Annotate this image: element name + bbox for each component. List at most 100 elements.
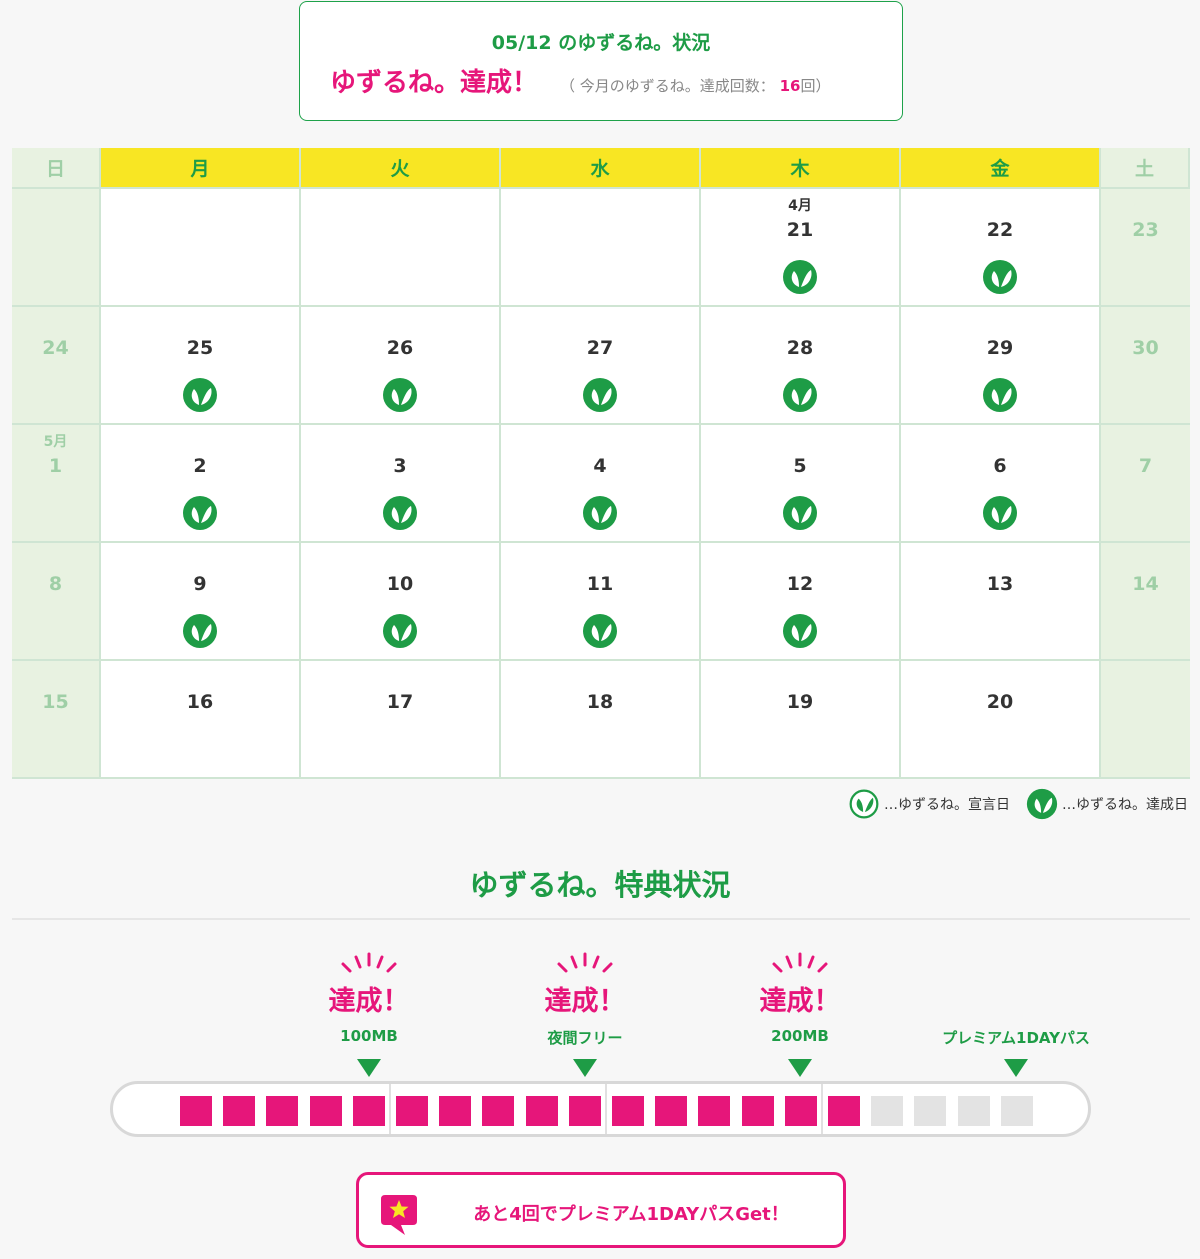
leaf-badge-icon — [983, 496, 1017, 530]
calendar-day: 15 — [12, 661, 101, 779]
status-card: 05/12 のゆずるね。状況 ゆずるね。達成！ （ 今月のゆずるね。達成回数： … — [299, 1, 903, 121]
progress-square-filled — [223, 1096, 256, 1126]
day-number: 15 — [42, 691, 69, 713]
status-main: ゆずるね。達成！ — [330, 68, 539, 98]
progress-square-empty — [957, 1096, 990, 1126]
leaf-badge-icon — [783, 260, 817, 294]
progress-separator — [821, 1084, 823, 1134]
progress-separator — [605, 1084, 607, 1134]
burst-icon — [341, 952, 397, 973]
calendar-day — [501, 189, 701, 307]
progress-square-empty — [914, 1096, 947, 1126]
day-number: 29 — [986, 337, 1014, 359]
leaf-badge-icon — [383, 496, 417, 530]
leaf-badge-icon — [983, 378, 1017, 412]
calendar-week: 8 9 10 11 12 13 14 — [12, 543, 1190, 661]
calendar-day: 14 — [1101, 543, 1190, 661]
calendar-day: 4月 21 — [701, 189, 901, 307]
milestone-label: プレミアム1DAYパス — [942, 1029, 1090, 1047]
progress-square-filled — [396, 1096, 428, 1126]
calendar-day: 23 — [1101, 189, 1190, 307]
day-number: 4 — [593, 455, 607, 477]
progress-square-empty — [871, 1096, 904, 1126]
cta-banner[interactable]: あと4回でプレミアム1DAYパスGet！ — [356, 1172, 846, 1248]
calendar-day — [12, 189, 101, 307]
day-number: 14 — [1132, 573, 1159, 595]
day-number: 10 — [386, 573, 414, 595]
day-number: 30 — [1132, 337, 1159, 359]
leaf-badge-icon — [583, 496, 617, 530]
status-date-line: 05/12 のゆずるね。状況 — [491, 32, 711, 54]
calendar-week: 15 16 17 18 19 20 — [12, 661, 1190, 779]
progress-square-filled — [784, 1096, 817, 1126]
day-number: 9 — [193, 573, 207, 595]
leaf-outline-icon — [849, 789, 879, 819]
progress-square-empty — [1000, 1096, 1033, 1126]
achieved-label: 達成！ — [544, 986, 626, 1017]
progress-track — [110, 1081, 1091, 1137]
progress-square-filled — [741, 1096, 774, 1126]
milestone-marker-icon — [1004, 1059, 1028, 1077]
calendar-header: 日月火水木金土 — [12, 148, 1190, 189]
legend-achieved: …ゆずるね。達成日 — [1026, 788, 1188, 820]
day-number: 8 — [48, 573, 63, 595]
month-label: 4月 — [788, 198, 812, 214]
status-sub: （ 今月のゆずるね。達成回数： 16回） — [560, 75, 830, 96]
day-number: 18 — [586, 691, 614, 713]
leaf-badge-icon — [183, 378, 217, 412]
calendar-day: 9 — [101, 543, 301, 661]
status-line: ゆずるね。達成！ （ 今月のゆずるね。達成回数： 16回） — [330, 62, 830, 99]
calendar-day: 5 — [701, 425, 901, 543]
progress-square-filled — [828, 1096, 860, 1126]
day-number: 26 — [386, 337, 414, 359]
day-number: 27 — [586, 337, 614, 359]
milestone-achieved: 達成！ — [720, 952, 880, 1018]
calendar-body: 4月 21 22 23 24 25 26 27 28 29 30 5月 1 2 3 4 5 6 7 8 9 10 11 12 1… — [12, 189, 1190, 779]
progress-square-filled — [266, 1096, 299, 1126]
divider — [12, 918, 1190, 920]
calendar-day: 13 — [901, 543, 1101, 661]
day-number: 21 — [786, 219, 814, 241]
calendar-day: 5月 1 — [12, 425, 101, 543]
leaf-badge-icon — [583, 614, 617, 648]
legend-achieved-label: …ゆずるね。達成日 — [1062, 797, 1188, 813]
calendar-day — [301, 189, 501, 307]
milestone-marker-icon — [788, 1059, 812, 1077]
progress-separator — [389, 1084, 391, 1134]
status-sub-suffix: 回） — [800, 77, 831, 95]
calendar-day — [1101, 661, 1190, 779]
day-number: 19 — [786, 691, 814, 713]
calendar-day: 24 — [12, 307, 101, 425]
milestone-achieved: 達成！ — [505, 952, 665, 1018]
day-number: 13 — [986, 573, 1014, 595]
status-sub-prefix: （ 今月のゆずるね。達成回数： — [560, 77, 775, 95]
calendar-day: 11 — [501, 543, 701, 661]
weekday-header: 水 — [501, 148, 701, 189]
legend-declared: …ゆずるね。宣言日 — [848, 788, 1010, 820]
day-number: 28 — [786, 337, 814, 359]
star-speech-bubble-icon — [381, 1195, 417, 1235]
leaf-badge-icon — [383, 614, 417, 648]
calendar: 日月火水木金土 4月 21 22 23 24 25 26 27 28 29 30 5月 1 2 3 4 5 6 7 8… — [12, 148, 1190, 779]
progress-square-filled — [612, 1096, 644, 1126]
leaf-badge-icon — [383, 378, 417, 412]
weekday-header: 土 — [1101, 148, 1190, 189]
day-number: 5 — [793, 455, 807, 477]
calendar-day: 3 — [301, 425, 501, 543]
burst-icon — [557, 952, 613, 973]
calendar-day: 12 — [701, 543, 901, 661]
calendar-day: 30 — [1101, 307, 1190, 425]
cta-text: あと4回でプレミアム1DAYパスGet！ — [473, 1204, 789, 1225]
day-number: 2 — [193, 455, 207, 477]
day-number: 11 — [586, 573, 614, 595]
burst-icon — [772, 952, 828, 973]
milestone-label: 100MB — [340, 1027, 398, 1045]
calendar-week: 24 25 26 27 28 29 30 — [12, 307, 1190, 425]
calendar-day: 8 — [12, 543, 101, 661]
calendar-day: 6 — [901, 425, 1101, 543]
progress-square-filled — [655, 1096, 688, 1126]
calendar-week: 4月 21 22 23 — [12, 189, 1190, 307]
leaf-badge-icon — [783, 496, 817, 530]
calendar-day: 17 — [301, 661, 501, 779]
benefits-title: ゆずるね。特典状況 — [469, 868, 731, 902]
